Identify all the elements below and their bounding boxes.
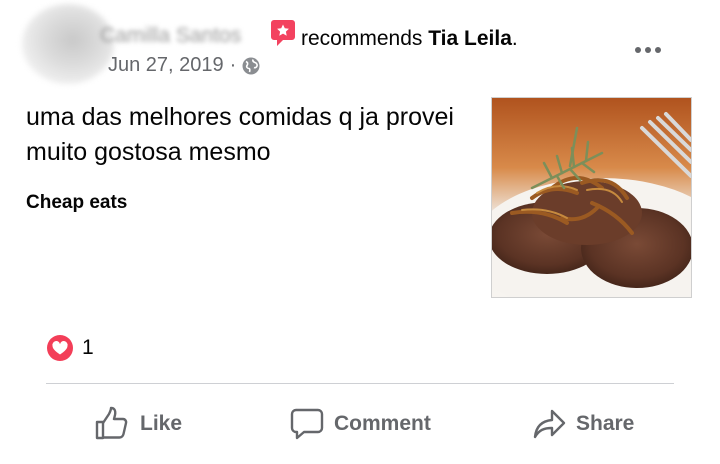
like-button[interactable]: Like: [94, 404, 182, 444]
recommendation-tag[interactable]: Cheap eats: [26, 192, 127, 214]
recommendation-badge-icon: [271, 20, 295, 46]
recommends-text: recommends: [301, 27, 423, 50]
food-photo[interactable]: [491, 97, 692, 298]
comment-icon: [290, 408, 324, 440]
post-date[interactable]: Jun 27, 2019: [108, 54, 224, 77]
share-arrow-icon: [533, 409, 566, 439]
comment-label: Comment: [334, 412, 431, 435]
reaction-count: 1: [82, 336, 94, 359]
globe-icon: [242, 57, 260, 74]
share-button[interactable]: Share: [532, 404, 634, 444]
comment-button[interactable]: Comment: [290, 404, 431, 444]
more-options-icon[interactable]: [632, 38, 664, 62]
actions-divider: [46, 383, 674, 384]
like-label: Like: [140, 412, 183, 435]
recommendation-line: recommends Tia Leila.: [301, 27, 518, 51]
post-body-text: uma das melhores comidas q ja provei mui…: [26, 103, 454, 166]
meta-separator: ·: [229, 54, 237, 76]
trailing-period: .: [511, 27, 518, 50]
share-label: Share: [576, 412, 635, 435]
thumbs-up-icon: [95, 406, 128, 440]
reactions-summary[interactable]: 1: [46, 334, 94, 362]
food-photo-illustration: [492, 98, 691, 297]
author-name[interactable]: Camilla Santos: [100, 24, 241, 48]
page-name-link[interactable]: Tia Leila: [428, 27, 512, 50]
post-meta: Jun 27, 2019 ·: [108, 54, 260, 77]
heart-icon: [47, 335, 73, 361]
